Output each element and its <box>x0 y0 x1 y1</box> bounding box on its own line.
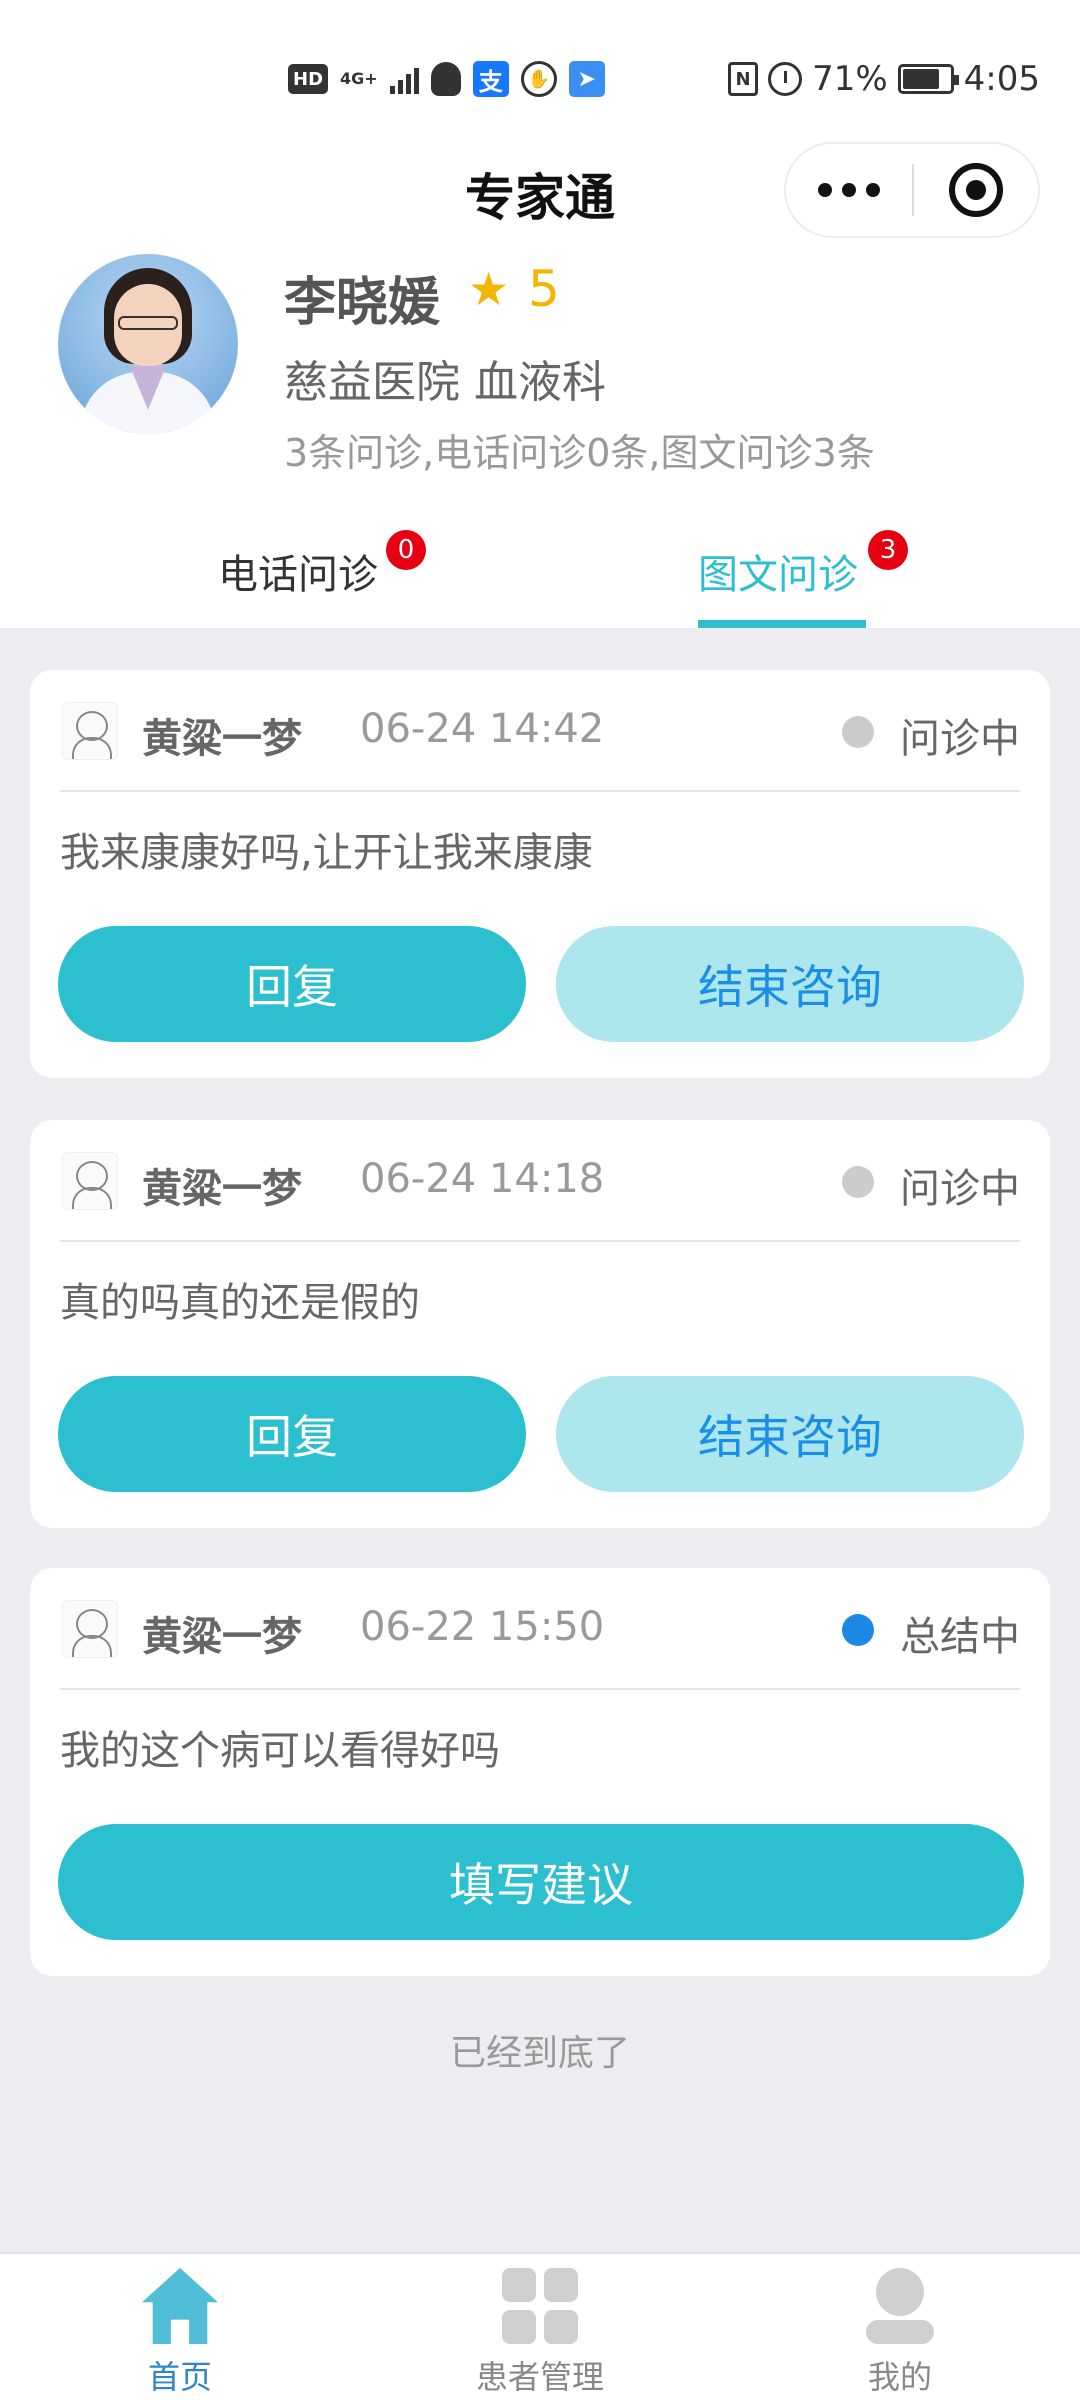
nav-label: 患者管理 <box>475 2358 604 2396</box>
consultation-list: 黄粱一梦 06-24 14:42 问诊中 我来康康好吗,让开让我来康康 回复 结… <box>0 628 1080 2252</box>
consultation-card: 黄粱一梦 06-24 14:42 问诊中 我来康康好吗,让开让我来康康 回复 结… <box>30 670 1050 1078</box>
close-miniprogram-button[interactable] <box>914 142 1038 238</box>
status-text: 总结中 <box>900 1614 1020 1660</box>
alarm-icon <box>768 62 803 96</box>
target-icon <box>948 163 1003 217</box>
status-dot-icon <box>842 1166 874 1198</box>
active-tab-indicator <box>698 620 866 628</box>
alipay-icon: 支 <box>472 61 509 97</box>
consultation-time: 06-24 14:18 <box>360 1156 605 1202</box>
patient-name: 黄粱一梦 <box>142 1614 302 1660</box>
status-icons-left: HD 4G+ 支 ✋ ➤ <box>288 58 605 100</box>
status-dot-icon <box>842 1614 874 1646</box>
home-icon <box>142 2268 218 2344</box>
write-advice-button[interactable]: 填写建议 <box>58 1824 1024 1940</box>
card-header: 黄粱一梦 06-22 15:50 总结中 <box>60 1568 1020 1690</box>
more-dot-icon <box>842 183 856 197</box>
patient-avatar <box>62 702 118 760</box>
network-type-icon: 4G+ <box>340 69 378 88</box>
doctor-hospital: 慈益医院 血液科 <box>284 357 606 408</box>
consultation-time: 06-24 14:42 <box>360 706 605 752</box>
status-icons-right: N 71% 4:05 <box>728 58 1040 100</box>
list-end-text: 已经到底了 <box>449 2033 630 2074</box>
card-header: 黄粱一梦 06-24 14:18 问诊中 <box>60 1120 1020 1242</box>
nav-label: 首页 <box>147 2358 212 2396</box>
hd-icon: HD <box>288 64 329 94</box>
battery-icon <box>897 64 959 94</box>
consultation-time: 06-22 15:50 <box>360 1604 605 1650</box>
more-dot-icon <box>818 183 832 197</box>
tab-badge: 0 <box>386 530 426 570</box>
tab-label: 电话问诊 <box>218 552 378 598</box>
bottom-nav: 首页 患者管理 我的 <box>0 2252 1080 2400</box>
doctor-rating: 5 <box>528 260 560 318</box>
status-dot-icon <box>842 716 874 748</box>
nav-item-mine[interactable]: 我的 <box>720 2254 1080 2400</box>
more-button[interactable] <box>786 142 912 238</box>
end-consultation-button[interactable]: 结束咨询 <box>556 926 1024 1042</box>
star-icon: ★ <box>468 262 510 316</box>
signal-icon <box>389 64 419 94</box>
reply-button[interactable]: 回复 <box>58 926 526 1042</box>
reply-button[interactable]: 回复 <box>58 1376 526 1492</box>
nav-item-home[interactable]: 首页 <box>0 2254 360 2400</box>
hand-icon: ✋ <box>520 61 557 97</box>
patient-avatar <box>62 1152 118 1210</box>
patient-name: 黄粱一梦 <box>142 1166 302 1212</box>
doctor-name: 李晓媛 <box>284 273 441 333</box>
battery-percent: 71% <box>812 59 888 99</box>
qq-icon <box>430 62 461 96</box>
consultation-stats: 3条问诊,电话问诊0条,图文问诊3条 <box>284 431 875 475</box>
consultation-card: 黄粱一梦 06-22 15:50 总结中 我的这个病可以看得好吗 填写建议 <box>30 1568 1050 1976</box>
status-text: 问诊中 <box>900 1166 1020 1212</box>
title-bar: 专家通 <box>0 130 1080 250</box>
clock: 4:05 <box>963 59 1040 99</box>
grid-icon <box>502 2268 578 2344</box>
miniprogram-capsule <box>784 142 1040 238</box>
patient-avatar <box>62 1600 118 1658</box>
tab-label: 图文问诊 <box>698 552 858 598</box>
consultation-message: 我来康康好吗,让开让我来康康 <box>60 830 593 876</box>
status-bar: HD 4G+ 支 ✋ ➤ N 71% 4:05 <box>0 0 1080 130</box>
doctor-profile: 李晓媛 ★ 5 慈益医院 血液科 3条问诊,电话问诊0条,图文问诊3条 <box>0 250 1080 490</box>
consultation-message: 我的这个病可以看得好吗 <box>60 1728 500 1774</box>
status-text: 问诊中 <box>900 716 1020 762</box>
nfc-icon: N <box>728 62 759 96</box>
more-dot-icon <box>866 183 880 197</box>
consultation-message: 真的吗真的还是假的 <box>60 1280 420 1326</box>
consultation-card: 黄粱一梦 06-24 14:18 问诊中 真的吗真的还是假的 回复 结束咨询 <box>30 1120 1050 1528</box>
user-icon <box>862 2268 938 2344</box>
card-header: 黄粱一梦 06-24 14:42 问诊中 <box>60 670 1020 792</box>
patient-name: 黄粱一梦 <box>142 716 302 762</box>
end-consultation-button[interactable]: 结束咨询 <box>556 1376 1024 1492</box>
nav-item-patient-management[interactable]: 患者管理 <box>360 2254 720 2400</box>
consultation-tabs: 电话问诊 0 图文问诊 3 <box>0 510 1080 628</box>
doctor-avatar <box>58 254 238 434</box>
nav-label: 我的 <box>867 2358 932 2396</box>
tab-badge: 3 <box>868 530 908 570</box>
feishu-icon: ➤ <box>568 61 605 97</box>
